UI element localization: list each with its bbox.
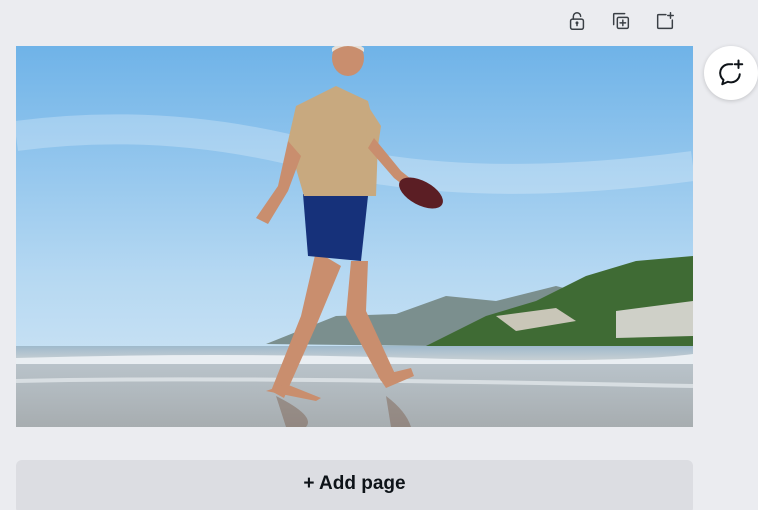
duplicate-page-button[interactable] bbox=[604, 6, 638, 36]
duplicate-page-icon bbox=[612, 12, 630, 30]
add-page-label: + Add page bbox=[303, 473, 406, 494]
beach-walk-photo bbox=[16, 46, 693, 427]
editor-canvas-area: + Add page bbox=[0, 0, 758, 510]
add-page-icon bbox=[656, 12, 674, 30]
unlock-button[interactable] bbox=[560, 6, 594, 36]
design-page[interactable] bbox=[16, 46, 693, 427]
add-comment-button[interactable] bbox=[704, 46, 758, 100]
page-toolbar bbox=[560, 6, 682, 36]
add-page-button[interactable]: + Add page bbox=[16, 460, 693, 510]
add-page-toolbar-button[interactable] bbox=[648, 6, 682, 36]
add-comment-icon bbox=[719, 59, 744, 86]
unlock-icon bbox=[569, 12, 585, 30]
